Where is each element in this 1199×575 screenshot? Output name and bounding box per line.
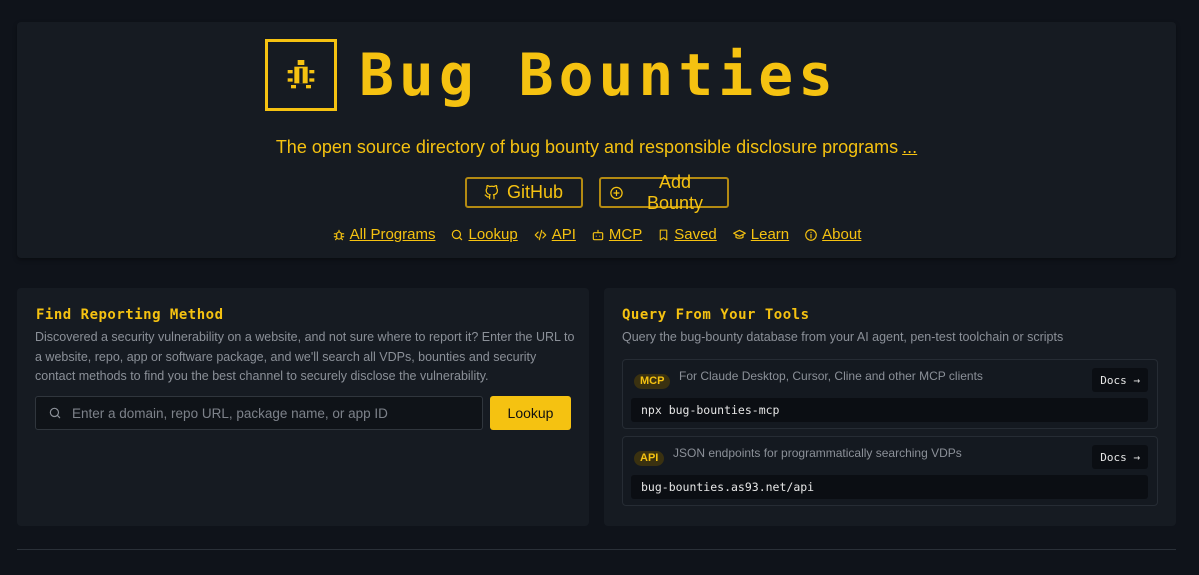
api-docs-button[interactable]: Docs → [1092,445,1148,469]
hero-buttons: GitHub Add Bounty [17,172,1176,213]
query-tools-card: Query From Your Tools Query the bug-boun… [604,288,1176,526]
nav-learn-label: Learn [750,226,790,243]
search-icon [452,229,463,240]
search-field[interactable] [35,396,483,430]
nav-about[interactable]: About [804,226,861,243]
bug-icon [333,229,344,240]
nav-api-label: API [551,226,576,243]
robot-icon [592,229,604,240]
query-tools-title: Query From Your Tools [622,307,810,323]
add-bounty-button-label: Add Bounty [646,171,703,213]
api-command[interactable]: bug-bounties.as93.net/api [631,475,1148,499]
nav-learn[interactable]: Learn [732,226,789,243]
hero-panel: Bug Bounties The open source directory o… [17,22,1176,258]
nav-mcp[interactable]: MCP [591,226,642,243]
brand[interactable]: Bug Bounties [265,39,838,111]
nav-all-programs-label: All Programs [349,226,436,243]
add-bounty-button[interactable]: Add Bounty [598,172,729,213]
plus-circle-icon [609,186,623,199]
mcp-docs-button[interactable]: Docs → [1092,368,1148,392]
search-icon [49,407,61,419]
main-nav: All Programs Lookup API MCP Saved Learn … [17,226,1176,243]
site-title: Bug Bounties [359,41,839,109]
tagline-text: The open source directory of bug bounty … [275,137,899,157]
nav-all-programs[interactable]: All Programs [332,226,436,243]
mcp-command[interactable]: npx bug-bounties-mcp [631,398,1148,422]
query-tools-description: Query the bug-bounty database from your … [622,330,1064,344]
github-button[interactable]: GitHub [464,177,583,208]
footer-divider [17,549,1176,550]
api-tool-box: API JSON endpoints for programmatically … [622,436,1158,506]
nav-mcp-label: MCP [608,226,643,243]
mcp-tool-description: For Claude Desktop, Cursor, Cline and ot… [679,369,983,383]
github-button-label: GitHub [506,182,564,202]
mcp-tool-box: MCP For Claude Desktop, Cursor, Cline an… [622,359,1158,429]
nav-about-label: About [822,226,862,243]
graduation-cap-icon [732,229,746,239]
code-icon [534,229,547,240]
find-reporting-description: Discovered a security vulnerability on a… [35,330,575,383]
nav-saved-label: Saved [674,226,717,243]
nav-api[interactable]: API [533,226,576,243]
nav-saved[interactable]: Saved [657,226,717,243]
bug-logo-icon [265,39,337,111]
search-input[interactable] [72,405,452,421]
info-icon [805,228,817,241]
find-reporting-title: Find Reporting Method [36,307,224,323]
tagline-more-link[interactable]: ... [902,137,917,157]
bookmark-icon [659,229,668,240]
api-tool-description: JSON endpoints for programmatically sear… [673,446,962,460]
nav-lookup-label: Lookup [468,226,518,243]
find-reporting-card: Find Reporting Method Discovered a secur… [17,288,589,526]
github-icon [484,185,499,200]
lookup-button[interactable]: Lookup [490,396,571,430]
nav-lookup[interactable]: Lookup [450,226,518,243]
api-badge: API [634,451,665,466]
mcp-badge: MCP [634,374,671,389]
tagline: The open source directory of bug bounty … [17,137,1176,158]
